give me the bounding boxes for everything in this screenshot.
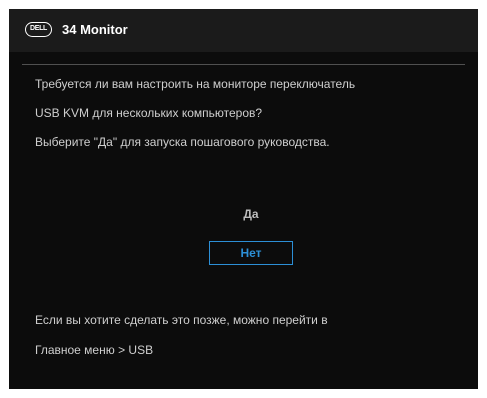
dell-logo-icon: DELL — [25, 22, 52, 37]
osd-dialog: DELL 34 Monitor Требуется ли вам настрои… — [9, 9, 478, 389]
prompt-line-1: Требуется ли вам настроить на мониторе п… — [35, 77, 356, 91]
no-button[interactable]: Нет — [209, 241, 293, 265]
title-bar: DELL 34 Monitor — [9, 9, 478, 52]
footer-line-2: Главное меню > USB — [35, 343, 154, 357]
footer-line-1: Если вы хотите сделать это позже, можно … — [35, 313, 328, 327]
yes-button[interactable]: Да — [209, 202, 293, 226]
prompt-line-2: USB KVM для нескольких компьютеров? — [35, 106, 263, 120]
monitor-title: 34 Monitor — [62, 22, 128, 37]
divider — [22, 64, 465, 65]
prompt-line-3: Выберите "Да" для запуска пошагового рук… — [35, 135, 330, 149]
